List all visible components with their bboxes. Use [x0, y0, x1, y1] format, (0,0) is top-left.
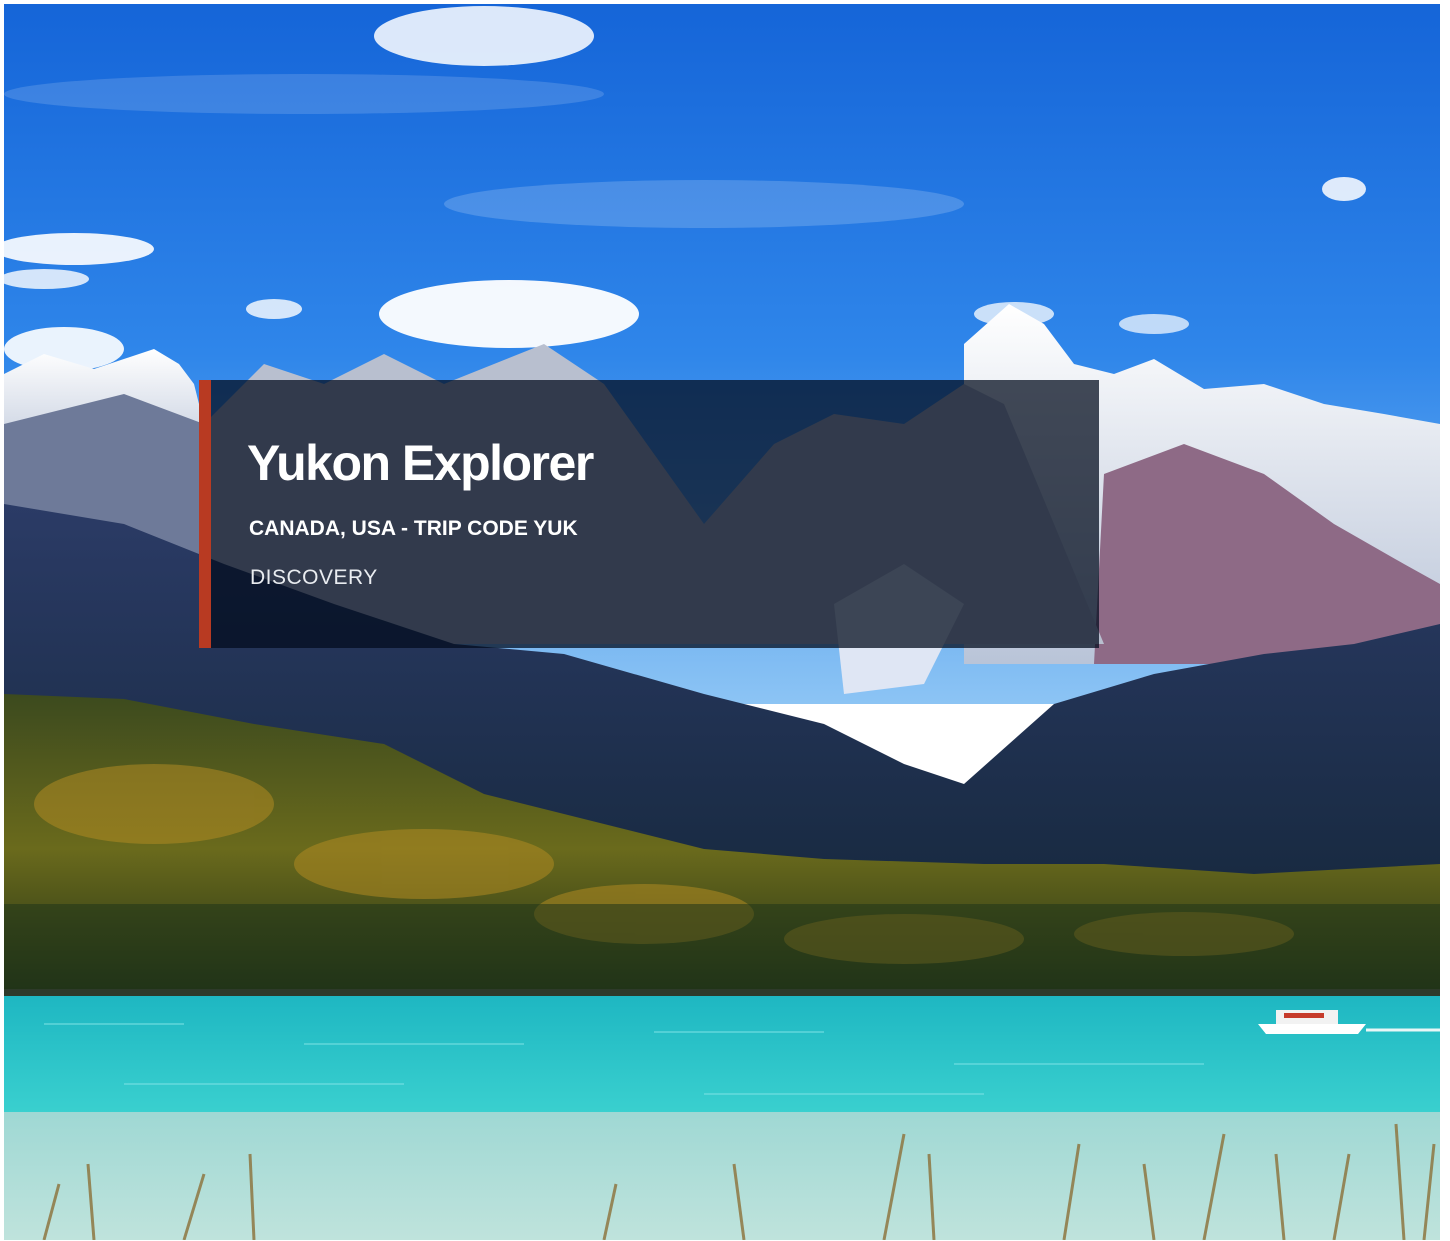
trip-hero[interactable]: Yukon Explorer CANADA, USA - TRIP CODE Y… [4, 4, 1440, 1240]
trip-title[interactable]: Yukon Explorer [247, 438, 594, 488]
trip-category: DISCOVERY [250, 566, 378, 589]
trip-location-code: CANADA, USA - TRIP CODE YUK [249, 517, 578, 540]
trip-info-overlay: Yukon Explorer CANADA, USA - TRIP CODE Y… [199, 380, 1099, 648]
